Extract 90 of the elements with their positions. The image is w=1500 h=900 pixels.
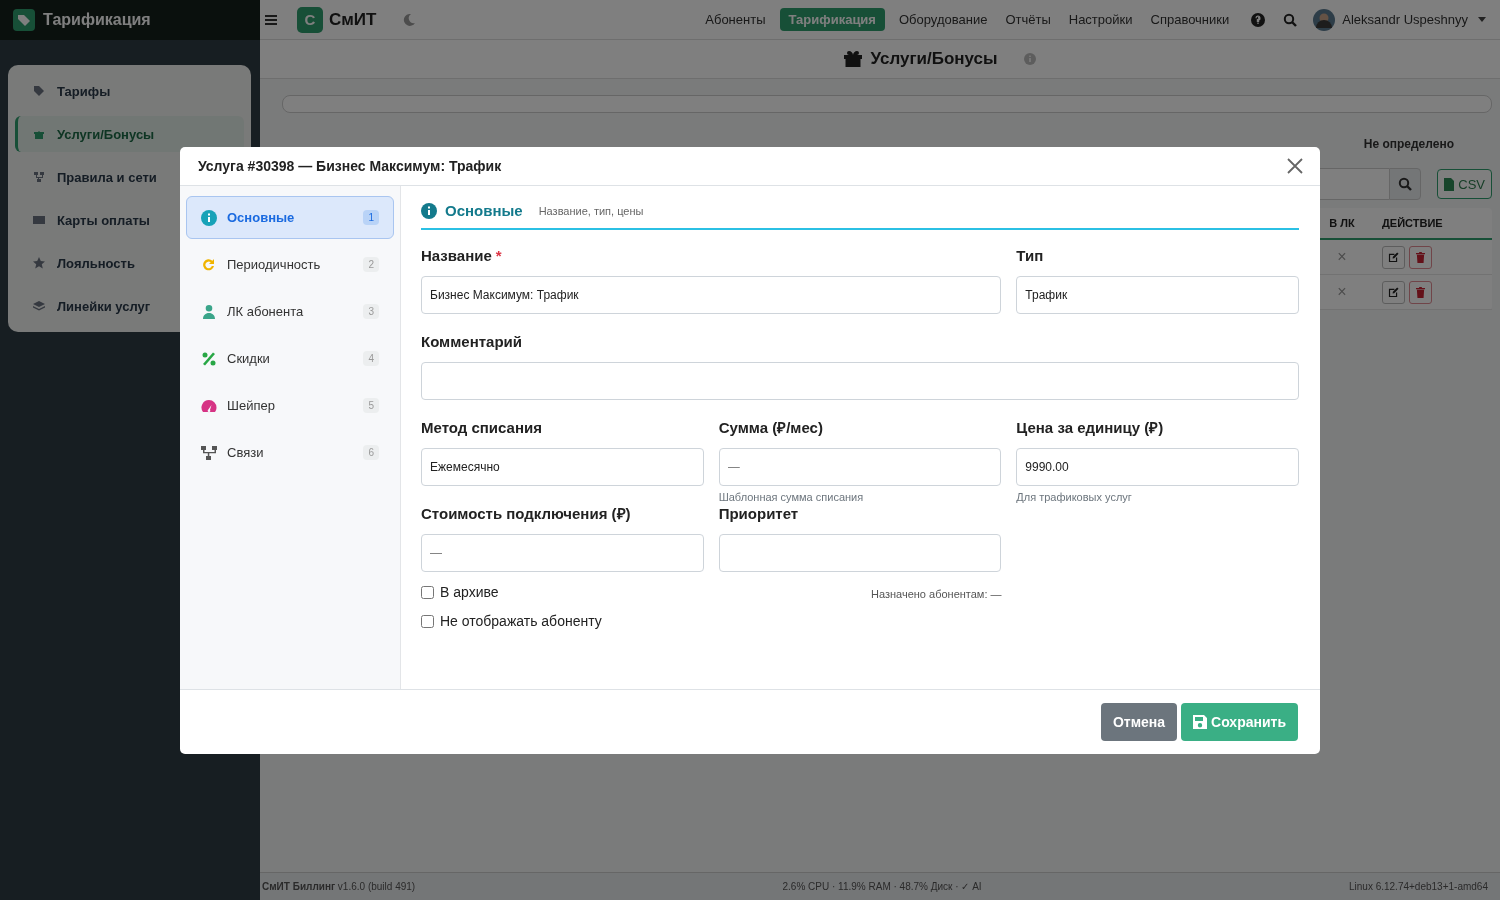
nav-link[interactable]: Справочники xyxy=(1146,8,1234,31)
required-mark: * xyxy=(495,246,502,266)
input-field[interactable] xyxy=(718,534,1002,572)
csv-button[interactable]: CSV xyxy=(1437,169,1492,199)
field-label: Стоимость подключения (₽) xyxy=(421,504,631,524)
trash-icon xyxy=(1416,286,1425,298)
field-label: Приоритет xyxy=(718,504,799,524)
section-tab[interactable]: Связи 6 xyxy=(186,431,394,474)
section-tab[interactable]: Периодичность 2 xyxy=(186,243,394,286)
gauge-icon xyxy=(201,397,217,414)
star-icon xyxy=(33,257,45,269)
field-label: Название xyxy=(421,246,492,266)
card-icon xyxy=(33,214,45,226)
checkbox[interactable] xyxy=(421,614,434,628)
caret-icon[interactable] xyxy=(1478,17,1486,22)
layers-icon xyxy=(33,300,45,312)
column-header: ДЕЙСТВИЕ xyxy=(1381,217,1444,229)
section-subtitle: Название, тип, цены xyxy=(538,204,644,217)
brand-logo: С xyxy=(297,6,323,33)
trash-icon xyxy=(1416,251,1425,263)
checkbox[interactable] xyxy=(421,585,434,599)
search-icon xyxy=(1398,177,1413,191)
search-icon[interactable] xyxy=(1283,12,1298,27)
edit-icon xyxy=(1388,286,1399,298)
network-icon xyxy=(33,171,45,183)
percent-icon xyxy=(201,350,217,367)
gift-icon xyxy=(33,128,45,140)
input-field[interactable]: — xyxy=(718,448,1002,486)
os-version: Linux 6.12.74+deb13+1-amd64 xyxy=(1348,881,1488,892)
help-text: Шаблонная сумма списания xyxy=(718,491,865,503)
sidebar-item[interactable]: Услуги/Бонусы xyxy=(15,116,244,152)
nav-link[interactable]: Тарификация xyxy=(779,8,885,31)
section-tab[interactable]: Скидки 4 xyxy=(186,337,394,380)
nav-link[interactable]: Настройки xyxy=(1064,8,1137,31)
table-cell-text: × xyxy=(1336,248,1348,266)
table-cell-text: × xyxy=(1336,283,1348,301)
nav-link[interactable]: Абоненты xyxy=(701,8,770,31)
section-tab[interactable]: Шейпер 5 xyxy=(186,384,394,427)
checkbox-label[interactable]: Не отображать абоненту xyxy=(440,613,602,629)
info-icon xyxy=(201,209,217,226)
system-stats: 2.6% CPU · 11.9% RAM · 48.7% Диск · ✓ AI xyxy=(782,881,982,892)
help-text: Для трафиковых услуг xyxy=(1016,491,1133,503)
gift-icon xyxy=(844,51,863,67)
input-field[interactable] xyxy=(421,362,1299,400)
section-tab[interactable]: Основные 1 xyxy=(186,196,394,239)
input-field[interactable]: Трафик xyxy=(1016,276,1299,314)
menu-icon[interactable] xyxy=(265,14,277,25)
sidebar-item[interactable]: Тарифы xyxy=(15,73,244,109)
section-tab[interactable]: ЛК абонента 3 xyxy=(186,290,394,333)
nav-link[interactable]: Отчёты xyxy=(1001,8,1055,31)
delete-button[interactable] xyxy=(1409,280,1432,304)
field-label: Комментарий xyxy=(421,332,522,352)
edit-icon xyxy=(1388,251,1399,263)
edit-button[interactable] xyxy=(1382,245,1405,269)
modal-title: Услуга #30398 — Бизнес Максимум: Трафик xyxy=(198,158,502,174)
page-title: Услуги/Бонусы xyxy=(870,49,998,69)
avatar-icon[interactable] xyxy=(1313,8,1336,31)
network-icon xyxy=(201,444,217,461)
delete-button[interactable] xyxy=(1409,245,1432,269)
brand-name: СмИТ xyxy=(329,9,377,30)
input-field[interactable]: — xyxy=(421,534,704,572)
user-icon xyxy=(201,303,217,320)
section-title: Основные xyxy=(445,202,523,219)
column-header: В ЛК xyxy=(1328,217,1356,229)
edit-button[interactable] xyxy=(1382,280,1405,304)
assigned-text: Назначено абонентам: — xyxy=(871,588,1002,600)
tag-icon xyxy=(33,85,45,97)
input-field[interactable]: Бизнес Максимум: Трафик xyxy=(421,276,1002,314)
file-icon xyxy=(1444,177,1455,191)
input-field[interactable]: 9990.00 xyxy=(1016,448,1299,486)
user-name[interactable]: Aleksandr Uspeshnyy xyxy=(1342,12,1468,27)
tab[interactable]: Не определено xyxy=(1353,131,1464,157)
help-icon[interactable] xyxy=(1251,12,1266,27)
field-label: Тип xyxy=(1016,246,1044,266)
field-label: Метод списания xyxy=(421,418,542,438)
app-version: СмИТ Биллинг v1.6.0 (build 491) xyxy=(262,881,416,892)
refresh-icon xyxy=(201,256,217,273)
checkbox-label[interactable]: В архиве xyxy=(440,584,499,600)
sidebar-title: Тарификация xyxy=(43,11,151,29)
nav-link[interactable]: Оборудование xyxy=(894,8,992,31)
field-label: Цена за единицу (₽) xyxy=(1016,418,1164,438)
floppy-icon xyxy=(1193,715,1208,729)
tag-icon xyxy=(13,9,35,31)
search-button[interactable] xyxy=(1389,168,1422,200)
input-field[interactable]: Ежемесячно xyxy=(421,448,704,486)
cancel-button[interactable]: Отмена xyxy=(1100,703,1178,741)
field-label: Сумма (₽/мес) xyxy=(718,418,823,438)
info-icon xyxy=(421,202,437,219)
close-icon[interactable] xyxy=(1287,158,1303,174)
save-button[interactable]: Сохранить xyxy=(1181,703,1298,741)
